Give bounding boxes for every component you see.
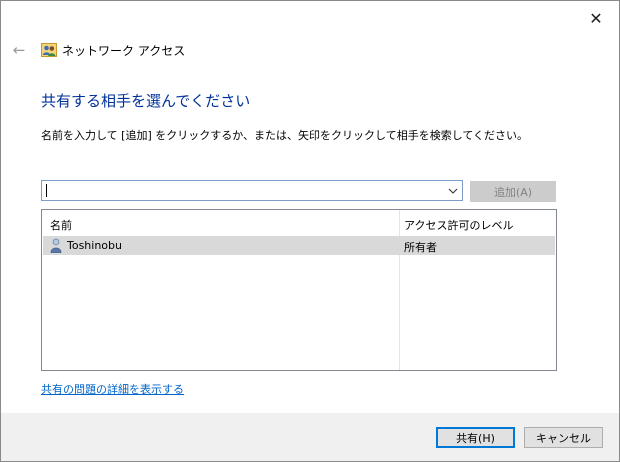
- column-header-name[interactable]: 名前: [50, 217, 72, 233]
- user-name-combobox[interactable]: [41, 180, 463, 201]
- permission-level[interactable]: 所有者: [404, 239, 437, 255]
- sharing-troubleshoot-link[interactable]: 共有の問題の詳細を表示する: [41, 381, 184, 397]
- column-divider: [399, 210, 400, 370]
- close-button[interactable]: ✕: [573, 1, 619, 35]
- add-button[interactable]: 追加(A): [470, 181, 556, 202]
- back-button[interactable]: ←: [10, 41, 28, 59]
- back-arrow-icon: ←: [12, 41, 26, 59]
- network-users-icon: [41, 43, 57, 57]
- instruction-text: 名前を入力して [追加] をクリックするか、または、矢印をクリックして相手を検索…: [41, 129, 529, 142]
- user-name: Toshinobu: [67, 239, 122, 252]
- dialog-window: ✕ ← ネットワーク アクセス 共有する相手を選んでください 名前を入力して […: [0, 0, 620, 462]
- user-icon: [50, 238, 62, 253]
- text-cursor: [46, 184, 47, 197]
- list-item[interactable]: Toshinobu 所有者: [43, 236, 555, 255]
- window-title: ネットワーク アクセス: [62, 44, 186, 58]
- combobox-dropdown-button[interactable]: [444, 181, 462, 200]
- page-title: 共有する相手を選んでください: [41, 92, 251, 110]
- dialog-footer: 共有(H) キャンセル: [1, 413, 619, 461]
- sharing-list: 名前 アクセス許可のレベル Toshinobu 所有者: [41, 209, 557, 371]
- cancel-button[interactable]: キャンセル: [524, 427, 603, 448]
- chevron-down-icon: [448, 188, 458, 194]
- share-button[interactable]: 共有(H): [436, 427, 515, 448]
- close-icon: ✕: [589, 8, 603, 28]
- column-header-permission[interactable]: アクセス許可のレベル: [404, 217, 513, 233]
- list-header: 名前 アクセス許可のレベル: [42, 210, 556, 235]
